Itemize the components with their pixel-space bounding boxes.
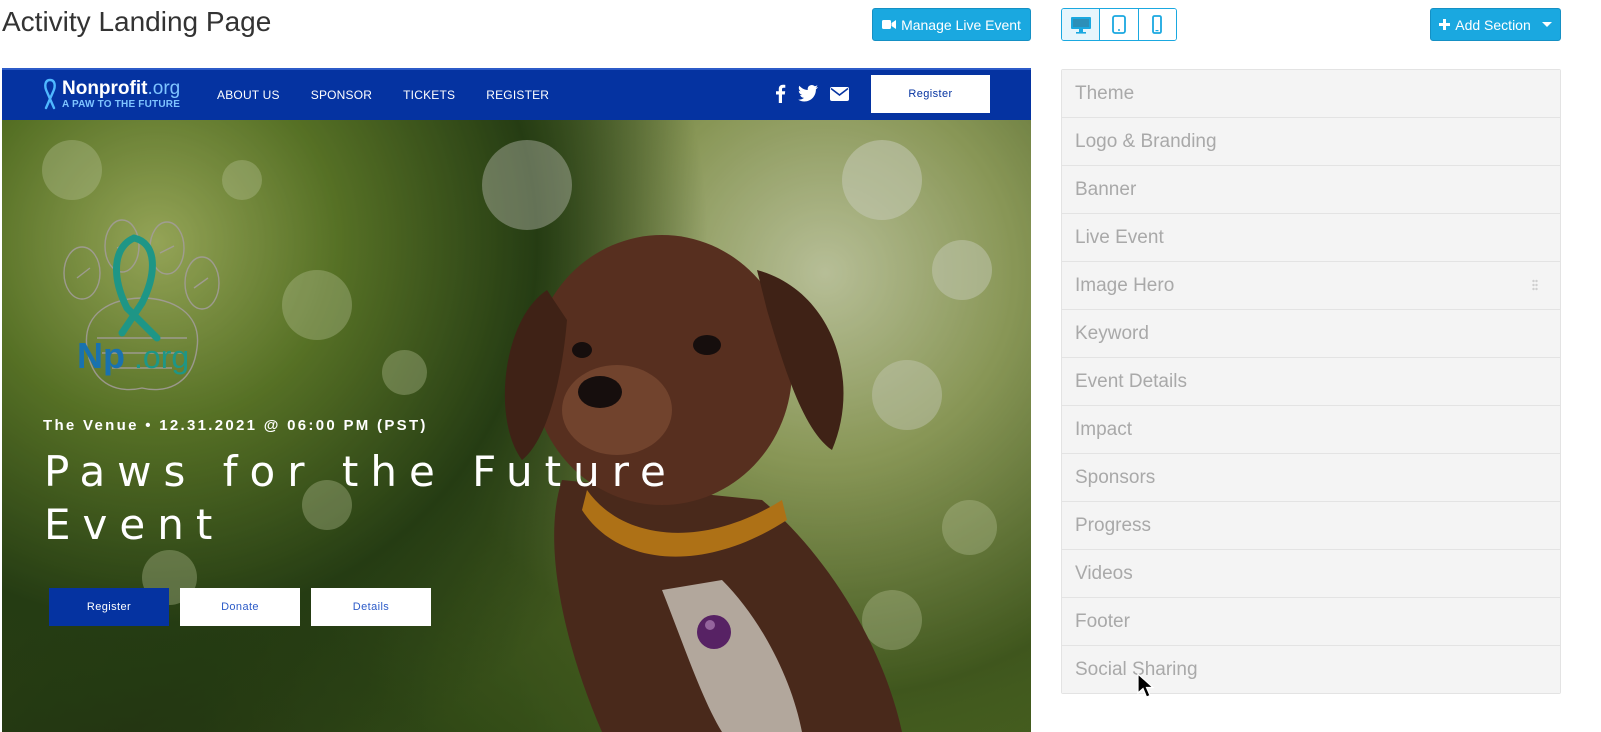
device-preview-toggle	[1061, 8, 1177, 41]
section-label: Theme	[1075, 82, 1135, 104]
site-navbar: Nonprofit.org A PAW TO THE FUTURE ABOUT …	[2, 68, 1031, 120]
brand-logo[interactable]: Nonprofit.org A PAW TO THE FUTURE	[42, 78, 180, 110]
phone-icon	[1152, 15, 1163, 34]
drag-handle-icon[interactable]	[1532, 279, 1538, 291]
section-logo-branding[interactable]: Logo & Branding	[1062, 118, 1560, 166]
section-label: Live Event	[1075, 226, 1164, 248]
section-theme[interactable]: Theme	[1062, 70, 1560, 118]
section-label: Image Hero	[1075, 274, 1175, 296]
section-label: Progress	[1075, 514, 1152, 536]
chevron-down-icon	[1541, 22, 1552, 27]
section-footer[interactable]: Footer	[1062, 598, 1560, 646]
add-section-label: Add Section	[1455, 16, 1531, 33]
section-label: Videos	[1075, 562, 1133, 584]
nav-link-sponsor[interactable]: SPONSOR	[311, 88, 372, 102]
plus-icon	[1439, 19, 1451, 30]
section-image-hero[interactable]: Image Hero	[1062, 262, 1560, 310]
section-live-event[interactable]: Live Event	[1062, 214, 1560, 262]
brand-name: Nonprofit	[62, 77, 148, 99]
section-label: Keyword	[1075, 322, 1149, 344]
email-icon[interactable]	[830, 86, 849, 101]
section-label: Sponsors	[1075, 466, 1156, 488]
section-sponsors[interactable]: Sponsors	[1062, 454, 1560, 502]
event-venue-datetime: The Venue • 12.31.2021 @ 06:00 PM (PST)	[43, 417, 428, 434]
landing-page-preview: Nonprofit.org A PAW TO THE FUTURE ABOUT …	[2, 68, 1031, 732]
section-label: Event Details	[1075, 370, 1187, 392]
twitter-icon[interactable]	[798, 85, 818, 102]
hero-donate-button[interactable]: Donate	[180, 588, 300, 626]
facebook-icon[interactable]	[775, 84, 786, 103]
ribbon-icon	[44, 78, 56, 110]
tablet-preview-button[interactable]	[1100, 9, 1139, 40]
desktop-preview-button[interactable]	[1062, 9, 1101, 40]
add-section-button[interactable]: Add Section	[1430, 8, 1561, 41]
mouse-cursor-icon	[1137, 673, 1155, 698]
nav-link-about-us[interactable]: ABOUT US	[217, 88, 280, 102]
hero-details-button[interactable]: Details	[311, 588, 431, 626]
desktop-icon	[1070, 16, 1091, 34]
section-list: Theme Logo & Branding Banner Live Event …	[1061, 69, 1561, 694]
section-keyword[interactable]: Keyword	[1062, 310, 1560, 358]
section-label: Footer	[1075, 610, 1130, 632]
tablet-icon	[1112, 15, 1126, 34]
section-label: Banner	[1075, 178, 1137, 200]
event-title: Paws for the Future Event	[44, 447, 678, 549]
brand-tagline: A PAW TO THE FUTURE	[62, 98, 181, 110]
section-banner[interactable]: Banner	[1062, 166, 1560, 214]
section-impact[interactable]: Impact	[1062, 406, 1560, 454]
section-videos[interactable]: Videos	[1062, 550, 1560, 598]
page-title: Activity Landing Page	[2, 6, 272, 37]
manage-live-event-label: Manage Live Event	[901, 16, 1021, 33]
hero-register-button[interactable]: Register	[49, 588, 169, 626]
video-camera-icon	[882, 20, 897, 29]
phone-preview-button[interactable]	[1138, 9, 1176, 40]
nav-link-tickets[interactable]: TICKETS	[403, 88, 455, 102]
section-progress[interactable]: Progress	[1062, 502, 1560, 550]
brand-tld: .org	[147, 77, 181, 99]
social-links	[775, 84, 849, 103]
section-label: Logo & Branding	[1075, 130, 1217, 152]
manage-live-event-button[interactable]: Manage Live Event	[872, 8, 1031, 41]
hero-banner: Np .org The Venue • 12.31.2021 @ 06:00 P…	[2, 120, 1031, 732]
nav-register-button[interactable]: Register	[871, 75, 990, 113]
section-event-details[interactable]: Event Details	[1062, 358, 1560, 406]
site-nav-links: ABOUT US SPONSOR TICKETS REGISTER	[217, 70, 580, 120]
nav-link-register[interactable]: REGISTER	[486, 88, 549, 102]
section-label: Impact	[1075, 418, 1133, 440]
